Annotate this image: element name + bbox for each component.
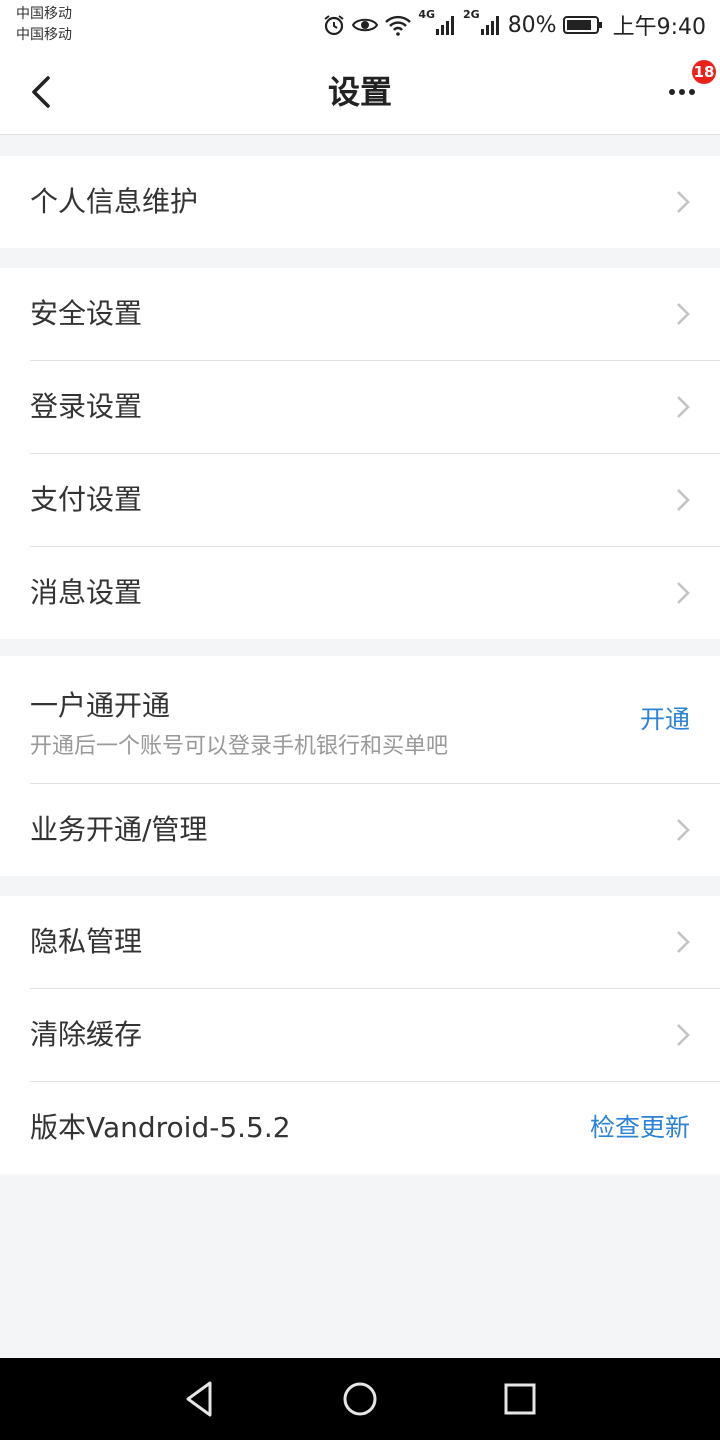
- list-item-subtitle: 开通后一个账号可以登录手机银行和买单吧: [30, 734, 449, 759]
- carrier-1: 中国移动: [16, 6, 72, 22]
- status-time: 上午9:40: [612, 15, 706, 40]
- list-item-security-settings[interactable]: 安全设置: [30, 268, 720, 361]
- home-circle-icon[interactable]: [340, 1379, 380, 1419]
- system-navigation-bar: [0, 1358, 720, 1440]
- status-bar: 中国移动 中国移动 4G 2G 80% 上午9:40: [0, 0, 720, 50]
- list-item-label: 个人信息维护: [30, 185, 199, 218]
- chevron-right-icon: [677, 819, 690, 841]
- signal-icon: [480, 16, 499, 35]
- alarm-icon: [324, 15, 344, 36]
- network-type-2: 2G: [463, 8, 480, 21]
- activate-button[interactable]: 开通: [640, 656, 690, 783]
- list-item-message-settings[interactable]: 消息设置: [30, 547, 720, 639]
- settings-group-misc: 隐私管理 清除缓存 版本Vandroid-5.5.2 检查更新: [0, 896, 720, 1174]
- notification-badge: 18: [692, 60, 716, 84]
- list-item-label: 业务开通/管理: [30, 813, 208, 846]
- list-item-label: 登录设置: [30, 390, 143, 423]
- status-icons: 4G 2G 80% 上午9:40: [322, 8, 706, 42]
- network-type-1: 4G: [418, 8, 435, 21]
- recents-square-icon[interactable]: [500, 1379, 540, 1419]
- chevron-right-icon: [677, 191, 690, 213]
- list-item-label: 隐私管理: [30, 925, 143, 958]
- list-item-business-management[interactable]: 业务开通/管理: [30, 784, 720, 876]
- list-item-label: 消息设置: [30, 576, 143, 609]
- chevron-right-icon: [677, 931, 690, 953]
- settings-group-security: 安全设置 登录设置 支付设置 消息设置: [0, 268, 720, 639]
- list-item-personal-info[interactable]: 个人信息维护: [30, 156, 720, 248]
- settings-group-personal: 个人信息维护: [0, 156, 720, 248]
- signal-icon: [436, 16, 454, 35]
- chevron-right-icon: [677, 582, 690, 604]
- navigation-bar: 设置 18: [0, 50, 720, 135]
- battery-icon: [562, 16, 602, 34]
- list-item-label: 安全设置: [30, 297, 143, 330]
- list-item-one-account[interactable]: 一户通开通 开通后一个账号可以登录手机银行和买单吧 开通: [30, 656, 720, 784]
- chevron-right-icon: [677, 1024, 690, 1046]
- wifi-icon: [385, 15, 412, 36]
- version-label: 版本Vandroid-5.5.2: [30, 1111, 291, 1144]
- list-item-clear-cache[interactable]: 清除缓存: [30, 989, 720, 1082]
- list-item-label: 支付设置: [30, 483, 143, 516]
- page-title: 设置: [327, 73, 392, 111]
- chevron-right-icon: [677, 489, 690, 511]
- list-item-label: 一户通开通: [30, 689, 171, 722]
- chevron-right-icon: [677, 303, 690, 325]
- list-item-version: 版本Vandroid-5.5.2 检查更新: [30, 1082, 720, 1174]
- back-triangle-icon[interactable]: [180, 1379, 220, 1419]
- list-item-payment-settings[interactable]: 支付设置: [30, 454, 720, 547]
- list-item-login-settings[interactable]: 登录设置: [30, 361, 720, 454]
- battery-percent: 80%: [507, 12, 557, 38]
- settings-group-services: 一户通开通 开通后一个账号可以登录手机银行和买单吧 开通 业务开通/管理: [0, 656, 720, 876]
- list-item-privacy[interactable]: 隐私管理: [30, 896, 720, 989]
- list-item-label: 清除缓存: [30, 1018, 143, 1051]
- check-update-button[interactable]: 检查更新: [590, 1082, 690, 1174]
- chevron-right-icon: [677, 396, 690, 418]
- carrier-2: 中国移动: [16, 27, 72, 43]
- eye-icon: [352, 18, 379, 32]
